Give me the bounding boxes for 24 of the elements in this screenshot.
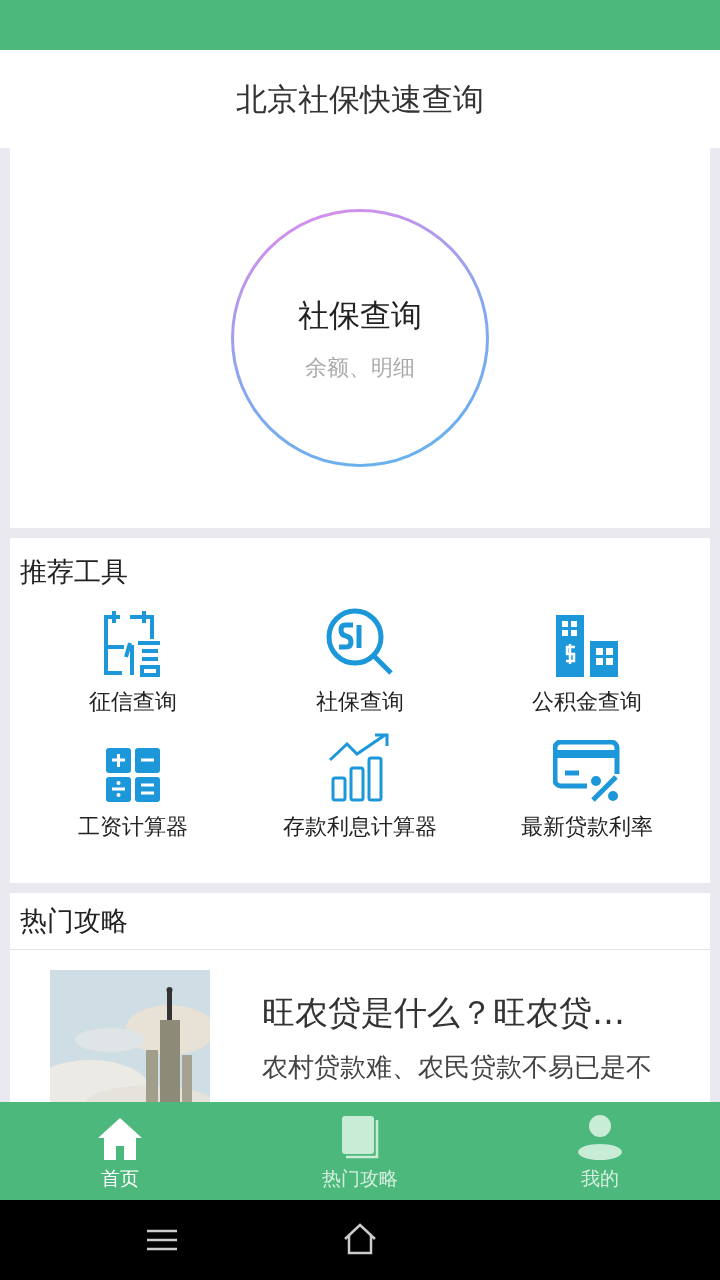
card-percent-icon [552, 739, 621, 802]
article-title[interactable]: 旺农贷是什么？旺农贷… [262, 988, 700, 1038]
query-subtitle: 余额、明细 [305, 353, 415, 382]
chart-growth-icon [329, 731, 391, 802]
tool-button[interactable]: 工资计算器 [20, 731, 247, 843]
book-icon [340, 1113, 380, 1160]
menu-icon[interactable] [146, 1229, 178, 1251]
tool-button[interactable]: 征信查询 [20, 606, 247, 718]
calculator-icon [106, 747, 161, 802]
magnifier-icon [325, 606, 395, 677]
home-icon[interactable] [343, 1223, 377, 1255]
query-title: 社保查询 [298, 296, 422, 336]
buildings-icon [555, 614, 618, 677]
tool-button[interactable]: 社保查询 [246, 606, 474, 718]
article-summary: 农村贷款难、农民贷款不易已是不 [262, 1050, 653, 1084]
app-title: 北京社保快速查询 [236, 79, 484, 119]
tool-button[interactable]: 公积金查询 [473, 606, 700, 718]
section-heading: 推荐工具 [20, 555, 129, 589]
home-icon [96, 1115, 144, 1160]
query-circle-button[interactable]: 社保查询 余额、明细 [231, 209, 489, 467]
tool-button[interactable]: 最新贷款利率 [473, 731, 700, 843]
user-icon [577, 1113, 623, 1160]
tool-button[interactable]: 存款利息计算器 [246, 731, 474, 843]
section-heading: 热门攻略 [10, 893, 710, 950]
